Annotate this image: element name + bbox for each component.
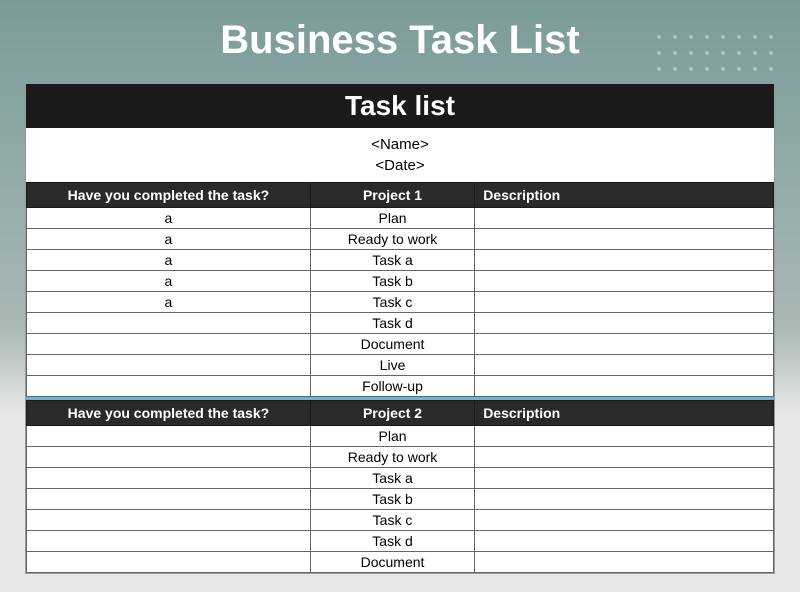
cell-completed[interactable]	[27, 552, 311, 573]
sheet-title: Task list	[26, 84, 774, 128]
decorative-dots	[657, 35, 775, 73]
cell-description[interactable]	[475, 376, 774, 397]
cell-completed[interactable]	[27, 376, 311, 397]
table-row: Task d	[27, 313, 774, 334]
table-row: Document	[27, 552, 774, 573]
table-row: Follow-up	[27, 376, 774, 397]
cell-description[interactable]	[475, 426, 774, 447]
meta-date: <Date>	[26, 155, 774, 176]
col-completed-header: Have you completed the task?	[27, 183, 311, 208]
table-row: aTask c	[27, 292, 774, 313]
cell-completed[interactable]	[27, 531, 311, 552]
project-2-body: PlanReady to workTask aTask bTask cTask …	[27, 426, 774, 573]
cell-description[interactable]	[475, 271, 774, 292]
table-row: aTask a	[27, 250, 774, 271]
task-sheet: Task list <Name> <Date> Have you complet…	[25, 83, 775, 574]
table-row: Document	[27, 334, 774, 355]
cell-description[interactable]	[475, 313, 774, 334]
col-description-header: Description	[475, 401, 774, 426]
cell-description[interactable]	[475, 468, 774, 489]
cell-completed[interactable]	[27, 426, 311, 447]
table-row: Task c	[27, 510, 774, 531]
cell-task[interactable]: Ready to work	[310, 447, 474, 468]
cell-task[interactable]: Task a	[310, 250, 474, 271]
cell-description[interactable]	[475, 489, 774, 510]
cell-task[interactable]: Plan	[310, 426, 474, 447]
table-row: aReady to work	[27, 229, 774, 250]
table-row: Task d	[27, 531, 774, 552]
cell-completed[interactable]	[27, 355, 311, 376]
cell-task[interactable]: Task c	[310, 292, 474, 313]
cell-task[interactable]: Document	[310, 334, 474, 355]
cell-task[interactable]: Task b	[310, 489, 474, 510]
cell-completed[interactable]: a	[27, 271, 311, 292]
table-row: Plan	[27, 426, 774, 447]
cell-description[interactable]	[475, 208, 774, 229]
cell-description[interactable]	[475, 552, 774, 573]
cell-task[interactable]: Live	[310, 355, 474, 376]
table-row: Task b	[27, 489, 774, 510]
cell-description[interactable]	[475, 250, 774, 271]
cell-completed[interactable]	[27, 447, 311, 468]
sheet-meta: <Name> <Date>	[26, 128, 774, 182]
col-completed-header: Have you completed the task?	[27, 401, 311, 426]
cell-completed[interactable]: a	[27, 229, 311, 250]
cell-completed[interactable]: a	[27, 250, 311, 271]
cell-completed[interactable]	[27, 468, 311, 489]
cell-task[interactable]: Task c	[310, 510, 474, 531]
project-table-1: Have you completed the task? Project 1 D…	[26, 182, 774, 397]
cell-completed[interactable]: a	[27, 292, 311, 313]
project-table-2: Have you completed the task? Project 2 D…	[26, 400, 774, 573]
cell-task[interactable]: Plan	[310, 208, 474, 229]
cell-description[interactable]	[475, 334, 774, 355]
cell-completed[interactable]	[27, 510, 311, 531]
cell-description[interactable]	[475, 229, 774, 250]
cell-task[interactable]: Task a	[310, 468, 474, 489]
table-row: aPlan	[27, 208, 774, 229]
table-row: Live	[27, 355, 774, 376]
col-description-header: Description	[475, 183, 774, 208]
project-1-body: aPlanaReady to workaTask aaTask baTask c…	[27, 208, 774, 397]
cell-task[interactable]: Document	[310, 552, 474, 573]
cell-completed[interactable]	[27, 313, 311, 334]
table-row: Task a	[27, 468, 774, 489]
cell-description[interactable]	[475, 292, 774, 313]
table-row: Ready to work	[27, 447, 774, 468]
cell-description[interactable]	[475, 510, 774, 531]
cell-completed[interactable]	[27, 334, 311, 355]
cell-task[interactable]: Task d	[310, 313, 474, 334]
cell-task[interactable]: Task d	[310, 531, 474, 552]
cell-completed[interactable]	[27, 489, 311, 510]
cell-description[interactable]	[475, 355, 774, 376]
col-project-header: Project 2	[310, 401, 474, 426]
cell-description[interactable]	[475, 531, 774, 552]
cell-task[interactable]: Task b	[310, 271, 474, 292]
cell-description[interactable]	[475, 447, 774, 468]
cell-task[interactable]: Ready to work	[310, 229, 474, 250]
table-row: aTask b	[27, 271, 774, 292]
cell-task[interactable]: Follow-up	[310, 376, 474, 397]
col-project-header: Project 1	[310, 183, 474, 208]
meta-name: <Name>	[26, 134, 774, 155]
cell-completed[interactable]: a	[27, 208, 311, 229]
